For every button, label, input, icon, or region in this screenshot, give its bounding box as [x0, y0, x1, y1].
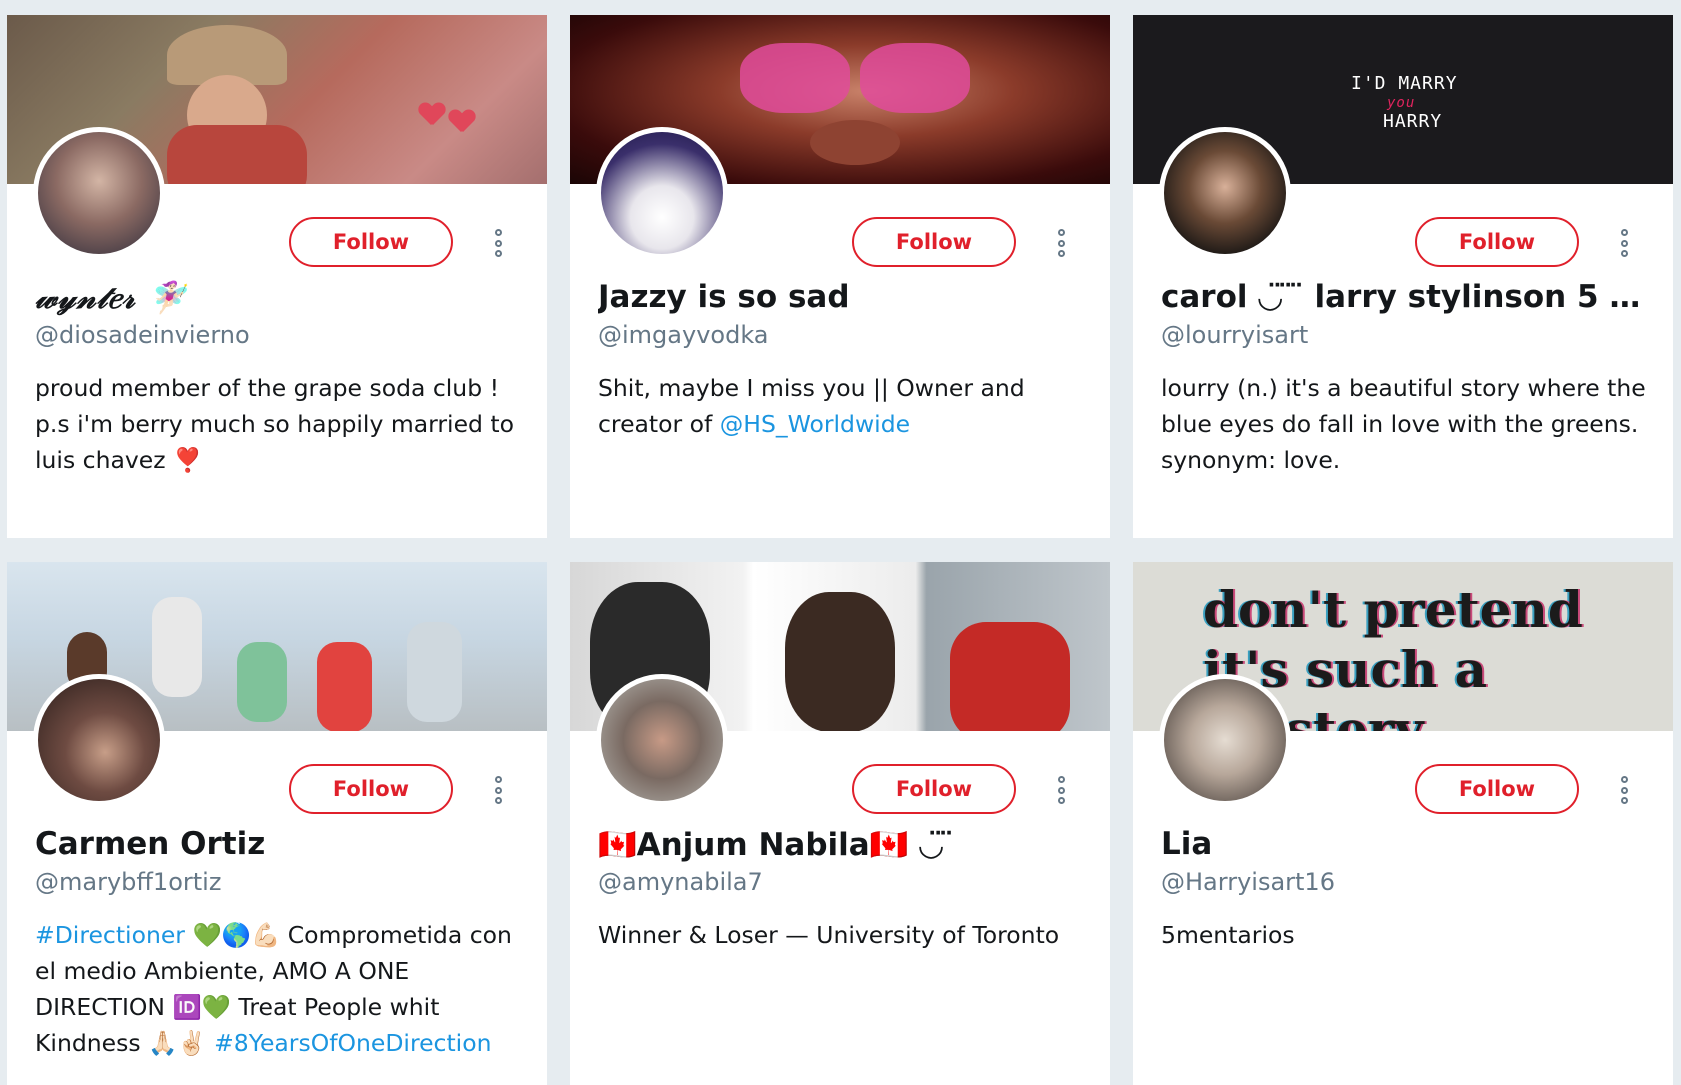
sunglasses-left [740, 43, 850, 113]
follow-button[interactable]: Follow [1415, 217, 1579, 267]
bio-mention-link[interactable]: @HS_Worldwide [720, 410, 910, 438]
heart-icon [419, 103, 445, 127]
heart-icon [449, 110, 475, 134]
hashtag-link[interactable]: #Directioner [35, 921, 185, 949]
username[interactable]: @diosadeinvierno [35, 321, 250, 349]
photo-panel [950, 622, 1070, 731]
display-name[interactable]: carol ◡̈ ̈ ̈ larry stylinson 5 ye... [1161, 279, 1651, 315]
more-options-icon[interactable] [1617, 776, 1631, 804]
bio: proud member of the grape soda club ! p.… [35, 374, 515, 474]
avatar[interactable] [33, 127, 165, 259]
follow-button[interactable]: Follow [289, 764, 453, 814]
avatar[interactable] [33, 674, 165, 806]
person-shape [407, 622, 462, 722]
user-card[interactable]: Follow 𝓌𝓎𝓃𝓉𝑒𝓇 🧚🏻‍♀️ @diosadeinvierno pro… [7, 15, 547, 538]
bio: #Directioner 💚🌎💪🏻 Comprometida con el me… [35, 921, 512, 1057]
more-options-icon[interactable] [1054, 229, 1068, 257]
banner-caption: I'D MARRY you HARRY [1351, 73, 1458, 132]
more-options-icon[interactable] [491, 229, 505, 257]
display-name[interactable]: Jazzy is so sad [598, 279, 1088, 315]
username[interactable]: @marybff1ortiz [35, 868, 221, 896]
bio: Winner & Loser — University of Toronto [598, 921, 1060, 949]
person-shape [152, 597, 202, 697]
user-card[interactable]: I'D MARRY you HARRY Follow carol ◡̈ ̈ ̈ … [1133, 15, 1673, 538]
display-name[interactable]: Carmen Ortiz [35, 826, 525, 862]
follow-button[interactable]: Follow [289, 217, 453, 267]
avatar[interactable] [596, 127, 728, 259]
user-card[interactable]: Follow Carmen Ortiz @marybff1ortiz #Dire… [7, 562, 547, 1085]
bio: 5mentarios [1161, 921, 1295, 949]
avatar[interactable] [1159, 674, 1291, 806]
username[interactable]: @amynabila7 [598, 868, 763, 896]
bio: Shit, maybe I miss you || Owner and crea… [598, 374, 1025, 438]
follow-button[interactable]: Follow [1415, 764, 1579, 814]
hashtag-link[interactable]: #8YearsOfOneDirection [214, 1029, 491, 1057]
display-name[interactable]: Lia [1161, 826, 1651, 862]
user-card[interactable]: Follow Jazzy is so sad @imgayvodka Shit,… [570, 15, 1110, 538]
more-options-icon[interactable] [491, 776, 505, 804]
who-to-follow-grid: Follow 𝓌𝓎𝓃𝓉𝑒𝓇 🧚🏻‍♀️ @diosadeinvierno pro… [0, 0, 1681, 1085]
user-card[interactable]: don't pretend it's such a mystery Follow… [1133, 562, 1673, 1085]
user-card[interactable]: Follow 🇨🇦Anjum Nabila🇨🇦 ◡̈ ̈ @amynabila7… [570, 562, 1110, 1085]
username[interactable]: @Harryisart16 [1161, 868, 1335, 896]
display-name[interactable]: 🇨🇦Anjum Nabila🇨🇦 ◡̈ ̈ [598, 826, 1088, 863]
follow-button[interactable]: Follow [852, 764, 1016, 814]
follow-button[interactable]: Follow [852, 217, 1016, 267]
username[interactable]: @lourryisart [1161, 321, 1308, 349]
more-options-icon[interactable] [1054, 776, 1068, 804]
more-options-icon[interactable] [1617, 229, 1631, 257]
person-shape [237, 642, 287, 722]
bio: lourry (n.) it's a beautiful story where… [1161, 374, 1646, 474]
shirt-shape [167, 125, 307, 184]
username[interactable]: @imgayvodka [598, 321, 769, 349]
display-name[interactable]: 𝓌𝓎𝓃𝓉𝑒𝓇 🧚🏻‍♀️ [35, 279, 525, 317]
avatar[interactable] [596, 674, 728, 806]
lips-shape [810, 120, 900, 165]
photo-panel [785, 592, 895, 731]
avatar[interactable] [1159, 127, 1291, 259]
sunglasses-right [860, 43, 970, 113]
person-shape [317, 642, 372, 731]
